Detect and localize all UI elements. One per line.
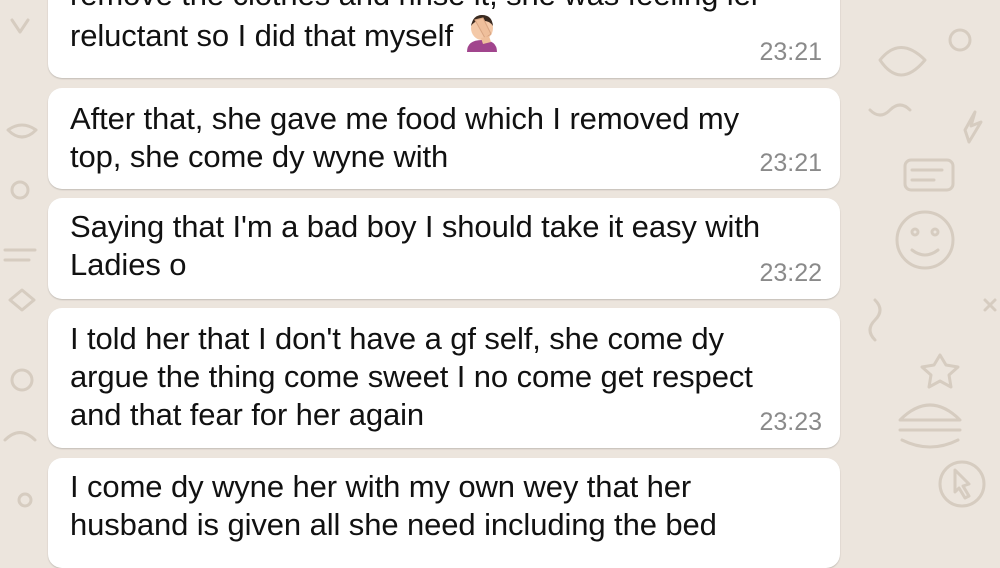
message-timestamp: 23:22 (759, 259, 822, 287)
message-line: top, she come dy wyne with (70, 139, 449, 174)
message-line: and that fear for her again (70, 397, 425, 432)
message-line: remove the clothes and rinse it, she was… (70, 0, 818, 14)
message-bubble[interactable]: I told her that I don't have a gf self, … (48, 308, 840, 448)
message-line: argue the thing come sweet I no come get… (70, 359, 753, 394)
message-line: I told her that I don't have a gf self, … (70, 321, 724, 356)
face-palm-emoji (461, 14, 503, 61)
message-text: remove the clothes and rinse it, she was… (70, 0, 818, 61)
message-line: Saying that I'm a bad boy I should take … (70, 209, 760, 244)
message-line-text: reluctant so I did that myself (70, 18, 453, 53)
message-line: I come dy wyne her with my own wey that … (70, 469, 692, 504)
chat-conversation: remove the clothes and rinse it, she was… (0, 0, 1000, 568)
message-timestamp: 23:21 (759, 38, 822, 66)
message-line: Ladies o (70, 247, 187, 282)
message-text: I come dy wyne her with my own wey that … (70, 468, 818, 544)
message-text: After that, she gave me food which I rem… (70, 100, 818, 176)
message-timestamp: 23:21 (759, 149, 822, 177)
message-bubble[interactable]: I come dy wyne her with my own wey that … (48, 458, 840, 568)
message-line: husband is given all she need including … (70, 507, 717, 542)
message-timestamp: 23:23 (759, 408, 822, 436)
message-line: reluctant so I did that myself (70, 14, 818, 61)
message-text: I told her that I don't have a gf self, … (70, 320, 818, 434)
message-line: After that, she gave me food which I rem… (70, 101, 740, 136)
message-bubble[interactable]: Saying that I'm a bad boy I should take … (48, 198, 840, 299)
message-bubble[interactable]: After that, she gave me food which I rem… (48, 88, 840, 189)
message-text: Saying that I'm a bad boy I should take … (70, 208, 818, 284)
message-bubble[interactable]: remove the clothes and rinse it, she was… (48, 0, 840, 78)
